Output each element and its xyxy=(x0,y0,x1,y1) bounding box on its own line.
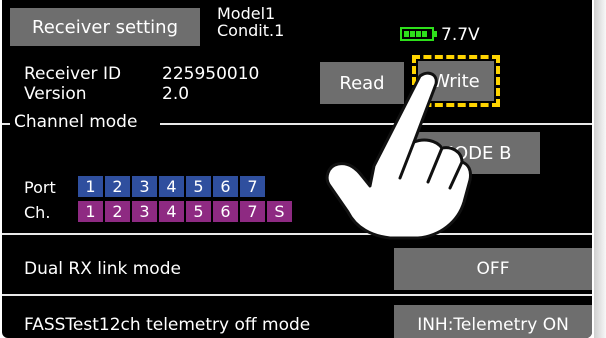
device-bezel-edge xyxy=(594,0,606,338)
port-cell: 2 xyxy=(105,176,130,197)
channel-cell[interactable]: 7 xyxy=(240,201,265,222)
port-row-label: Port xyxy=(24,178,56,197)
port-cell: 3 xyxy=(132,176,157,197)
fasstest-telemetry-button[interactable]: INH:Telemetry ON xyxy=(394,305,592,338)
battery-tip xyxy=(434,31,437,37)
channel-cell[interactable]: 2 xyxy=(105,201,130,222)
port-cell: 4 xyxy=(159,176,184,197)
channel-cell[interactable]: 1 xyxy=(78,201,103,222)
channel-cell[interactable]: 5 xyxy=(186,201,211,222)
divider-1 xyxy=(2,233,592,235)
receiver-setting-screen: Receiver setting Model1 Condit.1 7.7V Re… xyxy=(2,0,592,338)
condition-name: Condit.1 xyxy=(217,21,285,40)
ch-row-label: Ch. xyxy=(24,203,51,222)
receiver-id-value: 225950010 xyxy=(162,64,260,84)
fasstest-telemetry-label: FASSTest12ch telemetry off mode xyxy=(24,315,311,335)
port-cell: 5 xyxy=(186,176,211,197)
model-name: Model1 xyxy=(217,4,276,23)
version-value: 2.0 xyxy=(162,84,190,104)
section-rule-left xyxy=(2,123,10,125)
channel-cell[interactable]: 6 xyxy=(213,201,238,222)
dual-rx-label: Dual RX link mode xyxy=(24,259,181,279)
page-title: Receiver setting xyxy=(10,8,200,46)
channel-mode-section-label: Channel mode xyxy=(14,112,138,132)
receiver-id-label: Receiver ID xyxy=(24,64,122,84)
divider-2 xyxy=(2,294,592,296)
dual-rx-button[interactable]: OFF xyxy=(394,248,592,290)
channel-cell[interactable]: 3 xyxy=(132,201,157,222)
battery-voltage: 7.7V xyxy=(441,25,480,45)
pointing-hand-icon xyxy=(325,71,472,240)
port-cell: 1 xyxy=(78,176,103,197)
port-cell: 7 xyxy=(240,176,265,197)
version-label: Version xyxy=(24,84,87,104)
port-cell: 6 xyxy=(213,176,238,197)
channel-cell[interactable]: S xyxy=(267,201,292,222)
channel-cell[interactable]: 4 xyxy=(159,201,184,222)
battery-icon xyxy=(400,27,434,41)
